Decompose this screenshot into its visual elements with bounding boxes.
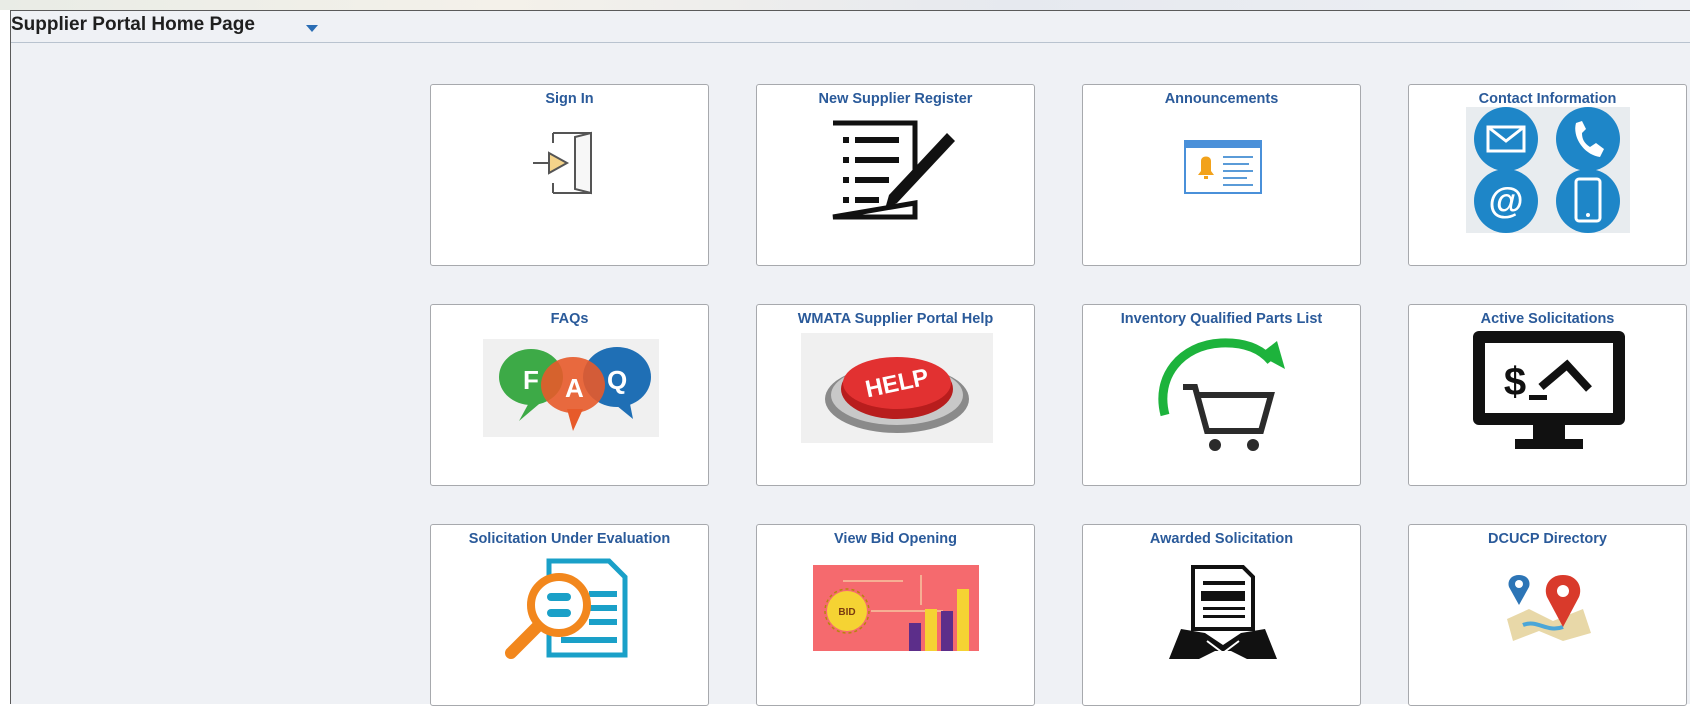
tile-title: Announcements (1164, 91, 1279, 107)
document-magnifier-icon (505, 558, 628, 659)
faq-bubbles-icon: F A Q (483, 339, 659, 437)
svg-text:A: A (565, 373, 584, 403)
top-banner-strip (0, 0, 1690, 10)
tile-title: New Supplier Register (818, 91, 973, 107)
tile-title: Solicitation Under Evaluation (468, 531, 671, 547)
tile-title: Sign In (545, 91, 594, 107)
page-header: Supplier Portal Home Page (11, 11, 1690, 43)
tile-title: WMATA Supplier Portal Help (797, 311, 994, 327)
chevron-down-icon[interactable] (306, 25, 318, 32)
tile-awarded-solicitation[interactable]: Awarded Solicitation (1082, 524, 1361, 706)
register-form-icon (832, 120, 955, 220)
tile-new-supplier-register[interactable]: New Supplier Register (756, 84, 1035, 266)
tile-announcements[interactable]: Announcements (1082, 84, 1361, 266)
tile-title: Awarded Solicitation (1149, 531, 1294, 547)
contact-icons: @ (1466, 107, 1630, 233)
bid-chart-icon: BID (813, 565, 979, 651)
map-pins-icon (1507, 575, 1591, 641)
svg-text:F: F (523, 365, 539, 395)
tile-title: Inventory Qualified Parts List (1120, 311, 1323, 327)
svg-text:$: $ (1504, 360, 1526, 404)
tile-faqs[interactable]: FAQs F A Q (430, 304, 709, 486)
tile-contact-information[interactable]: Contact Information @ (1408, 84, 1687, 266)
page-frame: Supplier Portal Home Page Sign In New Su… (10, 10, 1690, 706)
tile-sign-in[interactable]: Sign In (430, 84, 709, 266)
announcement-icon (1184, 140, 1262, 194)
page-title-menu[interactable]: Supplier Portal Home Page (11, 14, 255, 36)
help-button-icon: HELP (801, 333, 993, 443)
sign-in-icon (533, 131, 592, 195)
tile-inventory-qualified-parts-list[interactable]: Inventory Qualified Parts List (1082, 304, 1361, 486)
tile-title: DCUCP Directory (1488, 531, 1607, 547)
bid-badge-label: BID (838, 607, 855, 618)
shopping-cart-icon (1158, 338, 1285, 451)
auction-monitor-icon: $ (1473, 331, 1625, 449)
tile-solicitation-under-evaluation[interactable]: Solicitation Under Evaluation (430, 524, 709, 706)
tile-title: Active Solicitations (1480, 311, 1615, 327)
tile-title: View Bid Opening (834, 531, 957, 547)
svg-text:Q: Q (607, 365, 627, 395)
svg-text:@: @ (1488, 180, 1523, 221)
contract-handshake-icon (1169, 565, 1277, 659)
tile-title: Contact Information (1478, 91, 1617, 107)
tile-view-bid-opening[interactable]: View Bid Opening BID (756, 524, 1035, 706)
tile-title: FAQs (550, 311, 589, 327)
tile-active-solicitations[interactable]: Active Solicitations $ (1408, 304, 1687, 486)
tile-wmata-supplier-portal-help[interactable]: WMATA Supplier Portal Help HELP (756, 304, 1035, 486)
tile-dcucp-directory[interactable]: DCUCP Directory (1408, 524, 1687, 706)
